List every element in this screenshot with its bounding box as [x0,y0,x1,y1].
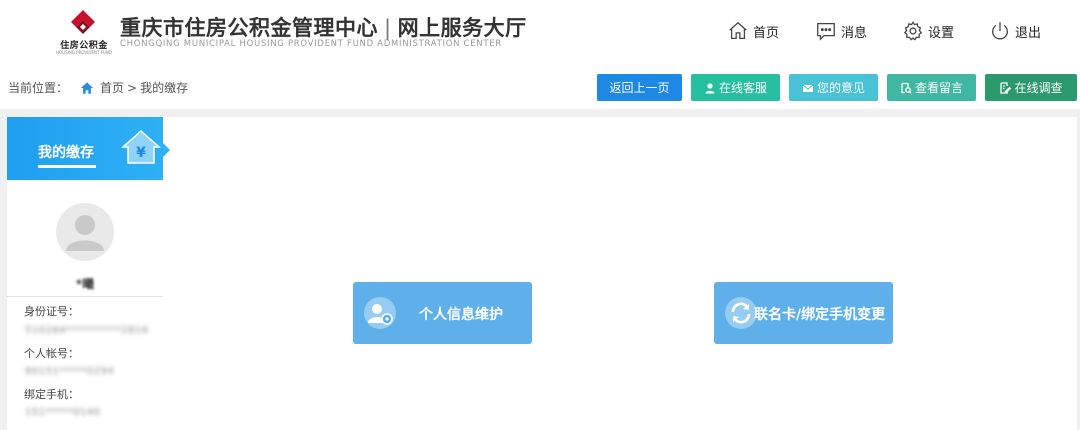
sidebar-pointer [163,143,170,157]
online-service-button[interactable]: 在线客服 [691,74,780,101]
bound-phone-value: 151*****0140 [25,407,101,418]
view-messages-label: 查看留言 [914,81,963,95]
site-title-portal: 网上服务大厅 [397,16,527,40]
nav-home-label: 首页 [753,25,780,41]
id-number-label: 身份证号： [24,305,79,318]
logo-subtext: HOUSING PROVIDENT FUND [56,50,112,55]
nav-messages-label: 消息 [841,25,868,41]
site-title: 重庆市住房公积金管理中心 | 网上服务大厅 [120,12,527,42]
service-agent-icon [705,82,715,93]
card-phone-change-label: 联名卡/绑定手机变更 [754,307,886,323]
search-message-icon [901,82,912,94]
header: 住房公积金 HOUSING PROVIDENT FUND 重庆市住房公积金管理中… [0,0,1080,66]
logo-mark-icon [71,10,95,34]
nav-settings-label: 设置 [928,25,955,41]
message-icon [817,23,835,41]
breadcrumb-current: 我的缴存 [140,81,189,95]
site-title-english: CHONGQING MUNICIPAL HOUSING PROVIDENT FU… [120,39,502,49]
house-yuan-icon: ¥ [121,129,161,164]
feedback-button[interactable]: 您的意见 [789,74,878,101]
breadcrumb: 当前位置： 首页 > 我的缴存 [8,79,188,96]
online-survey-button[interactable]: 在线调查 [985,74,1077,101]
title-separator: | [384,16,392,40]
online-survey-label: 在线调查 [1014,81,1063,95]
sidebar-header[interactable]: 我的缴存 ¥ [7,117,163,180]
back-button-label: 返回上一页 [609,81,670,95]
username: *曦 [75,277,95,291]
logo[interactable]: 住房公积金 HOUSING PROVIDENT FUND [56,8,112,58]
user-silhouette-icon [66,215,104,251]
personal-info-tile[interactable]: 个人信息维护 [353,282,532,344]
gear-icon [903,21,923,41]
main-content [7,117,1077,430]
breadcrumb-separator: > [127,80,138,95]
breadcrumb-home-link[interactable]: 首页 [100,79,124,96]
house-symbol: ¥ [136,145,146,161]
online-service-label: 在线客服 [718,81,767,95]
sidebar-title: 我的缴存 [38,145,94,161]
account-number-value: 80151*****0294 [25,366,115,377]
nav-logout[interactable]: 退出 [989,20,1041,42]
nav-messages[interactable]: 消息 [815,20,867,42]
power-icon [992,22,1008,40]
back-button[interactable]: 返回上一页 [597,74,682,101]
id-number-value: 510264**********2816 [25,325,149,336]
account-number-label: 个人帐号： [24,347,79,360]
home-icon [729,21,747,39]
view-messages-button[interactable]: 查看留言 [887,74,976,101]
nav-settings[interactable]: 设置 [902,20,954,42]
nav-home[interactable]: 首页 [727,20,779,42]
nav-logout-label: 退出 [1015,25,1042,41]
breadcrumb-label: 当前位置： [8,81,69,95]
site-title-org: 重庆市住房公积金管理中心 [120,16,378,40]
sidebar-divider [7,296,163,297]
refresh-icon [725,297,757,329]
edit-document-icon [1000,81,1012,94]
card-phone-change-tile[interactable]: 联名卡/绑定手机变更 [714,282,893,344]
sidebar-title-underline [38,165,96,168]
feedback-label: 您的意见 [816,81,865,95]
bound-phone-label: 绑定手机： [24,388,79,401]
breadcrumb-home-icon [80,81,94,94]
user-settings-icon [364,297,396,329]
avatar [56,203,114,261]
personal-info-label: 个人信息维护 [419,307,503,323]
envelope-icon [802,84,814,92]
